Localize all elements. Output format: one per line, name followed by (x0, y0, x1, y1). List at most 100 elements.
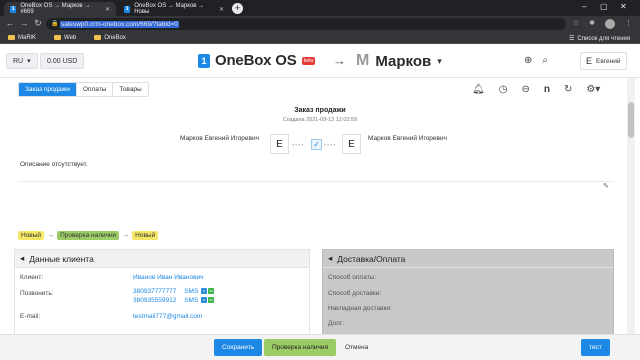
bell-icon[interactable]: 🔔︎ (472, 84, 485, 95)
url-text: saleswp0.crm-onebox.com/669/?tabid=0 (60, 20, 179, 28)
browser-tab-bar: 1 OneBox OS → Марков → #669 ✕ 1 OneBox O… (0, 0, 640, 16)
close-tab-icon[interactable]: ✕ (105, 6, 110, 13)
profile-avatar[interactable] (605, 19, 615, 29)
client-panel-header[interactable]: ◂ Данные клиента (15, 250, 309, 268)
phone-row: 380935559912 SMS vw (133, 297, 215, 304)
history-icon[interactable]: ↻ (564, 84, 572, 95)
description-divider (18, 181, 614, 182)
edit-pencil-icon[interactable]: ✎ (603, 182, 609, 190)
user-switcher[interactable]: M Марков ▾ (356, 52, 442, 70)
delivery-panel-header[interactable]: ◂ Доставка/Оплата (323, 250, 613, 268)
folder-icon (94, 35, 102, 40)
current-user-menu[interactable]: E Евгений (580, 52, 627, 70)
language-label: RU (13, 57, 24, 65)
n-icon[interactable]: n (544, 84, 550, 95)
beta-badge: beta (301, 56, 316, 65)
delivery-method-label: Способ доставки: (328, 290, 382, 297)
user-letter: M (356, 52, 370, 69)
save-button[interactable]: Сохранить (214, 339, 263, 356)
minimize-icon[interactable]: – (582, 2, 586, 11)
minus-circle-icon[interactable]: ⊖ (521, 84, 529, 95)
email-label: E-mail: (20, 313, 41, 320)
caret-down-icon: ▾ (27, 58, 31, 65)
logo-text: OneBox OS (215, 52, 297, 69)
forward-icon[interactable]: → (18, 18, 30, 28)
browser-tab-title: OneBox OS → Марков → Новы (134, 3, 205, 15)
arrow-right-icon: → (47, 232, 55, 239)
onebox-favicon-icon: 1 (124, 5, 131, 13)
phone-link[interactable]: 380935559912 (133, 297, 176, 304)
whatsapp-icon[interactable]: w (208, 297, 215, 304)
tab-payments[interactable]: Оплаты (76, 83, 114, 96)
status-badge[interactable]: Новый (18, 231, 45, 240)
back-icon[interactable]: ← (4, 18, 16, 28)
balance-label: 0.00 USD (47, 57, 78, 65)
check-availability-button[interactable]: Проверка наличия (264, 339, 337, 356)
current-user-avatar: E (586, 56, 593, 66)
whatsapp-icon[interactable]: w (208, 288, 215, 295)
client-data-panel: ◂ Данные клиента Клиент: Иванов Иван Ива… (14, 249, 310, 339)
client-label: Клиент: (20, 274, 44, 281)
payment-method-label: Способ оплаты: (328, 274, 377, 281)
new-tab-button[interactable]: + (232, 3, 243, 14)
extensions-icon[interactable]: ✱ (589, 19, 595, 29)
sms-link[interactable]: SMS (184, 288, 198, 295)
app-logo[interactable]: 1 OneBox OS beta (198, 52, 316, 69)
reading-list-label: Список для чтения (577, 35, 630, 42)
search-icon[interactable]: ⌕ (542, 55, 548, 66)
browser-tab[interactable]: 1 OneBox OS → Марков → #669 ✕ (4, 2, 116, 16)
reading-list-icon: ☰ (569, 36, 575, 42)
waybill-label: Накладная доставки: (328, 305, 392, 312)
settings-gear-icon[interactable]: ⚙▾ (586, 84, 600, 95)
cancel-button[interactable]: Отмена (337, 339, 376, 356)
viber-icon[interactable]: v (201, 288, 208, 295)
browser-menu-icon[interactable]: ⋮ (625, 19, 632, 29)
executor-name[interactable]: Марков Евгений Игоревич (368, 135, 447, 142)
arrow-right-icon: → (333, 53, 346, 68)
caret-down-icon: ▾ (437, 55, 442, 66)
status-chain: Новый → Проверка наличия → Новый (18, 231, 159, 240)
connector-dots: •••• (292, 143, 305, 149)
executor-avatar[interactable]: E (342, 134, 361, 154)
delivery-panel-title: Доставка/Оплата (337, 253, 406, 264)
order-description[interactable]: Описание отсутствует. (20, 161, 88, 168)
clock-icon[interactable]: ◷ (499, 84, 508, 95)
bookmark-star-icon[interactable]: ☆ (573, 19, 579, 29)
browser-tab-title: OneBox OS → Марков → #669 (20, 3, 91, 15)
tab-products[interactable]: Товары (113, 83, 148, 96)
phone-link[interactable]: 380937777777 (133, 288, 176, 295)
add-icon[interactable]: ⊕ (524, 55, 532, 66)
tab-sale-order[interactable]: Заказ продажи (19, 83, 77, 96)
close-tab-icon[interactable]: ✕ (219, 6, 224, 13)
status-badge[interactable]: Новый (132, 231, 159, 240)
manager-avatar[interactable]: E (270, 134, 289, 154)
confirmed-check-icon[interactable]: ✓ (311, 139, 322, 150)
bookmark-item[interactable]: MaRiK (8, 35, 36, 41)
page-scrollbar[interactable] (627, 78, 635, 334)
viber-icon[interactable]: v (201, 297, 208, 304)
call-label: Позвонить: (20, 290, 54, 297)
email-link[interactable]: testmail777@gmail.com (133, 313, 202, 320)
client-link[interactable]: Иванов Иван Иванович (133, 274, 204, 281)
url-input[interactable]: 🔒 saleswp0.crm-onebox.com/669/?tabid=0 (46, 18, 566, 30)
order-toolbar: 🔔︎ ◷ ⊖ n ↻ ⚙▾ (472, 84, 600, 95)
manager-name[interactable]: Марков Евгений Игоревич (180, 135, 259, 142)
test-button[interactable]: тест (581, 339, 610, 356)
language-select[interactable]: RU ▾ (6, 53, 38, 69)
scrollbar-thumb[interactable] (628, 102, 634, 138)
maximize-icon[interactable]: ▢ (600, 2, 608, 11)
browser-tab[interactable]: 1 OneBox OS → Марков → Новы ✕ (118, 2, 230, 16)
browser-actions: ☆ ✱ ⋮ (573, 19, 632, 29)
close-window-icon[interactable]: ✕ (620, 2, 627, 11)
phone-row: 380937777777 SMS vw (133, 288, 215, 295)
reading-list[interactable]: ☰ Список для чтения (569, 35, 630, 43)
reload-icon[interactable]: ↻ (32, 18, 44, 29)
user-name: Марков (375, 52, 432, 70)
bookmark-item[interactable]: Web (54, 35, 76, 41)
sms-link[interactable]: SMS (184, 297, 198, 304)
bookmark-item[interactable]: OneBox (94, 35, 126, 41)
debt-label: Долг: (328, 320, 344, 327)
balance-display[interactable]: 0.00 USD (40, 53, 85, 69)
status-badge[interactable]: Проверка наличия (57, 231, 120, 240)
bookmark-label: Web (64, 34, 77, 41)
